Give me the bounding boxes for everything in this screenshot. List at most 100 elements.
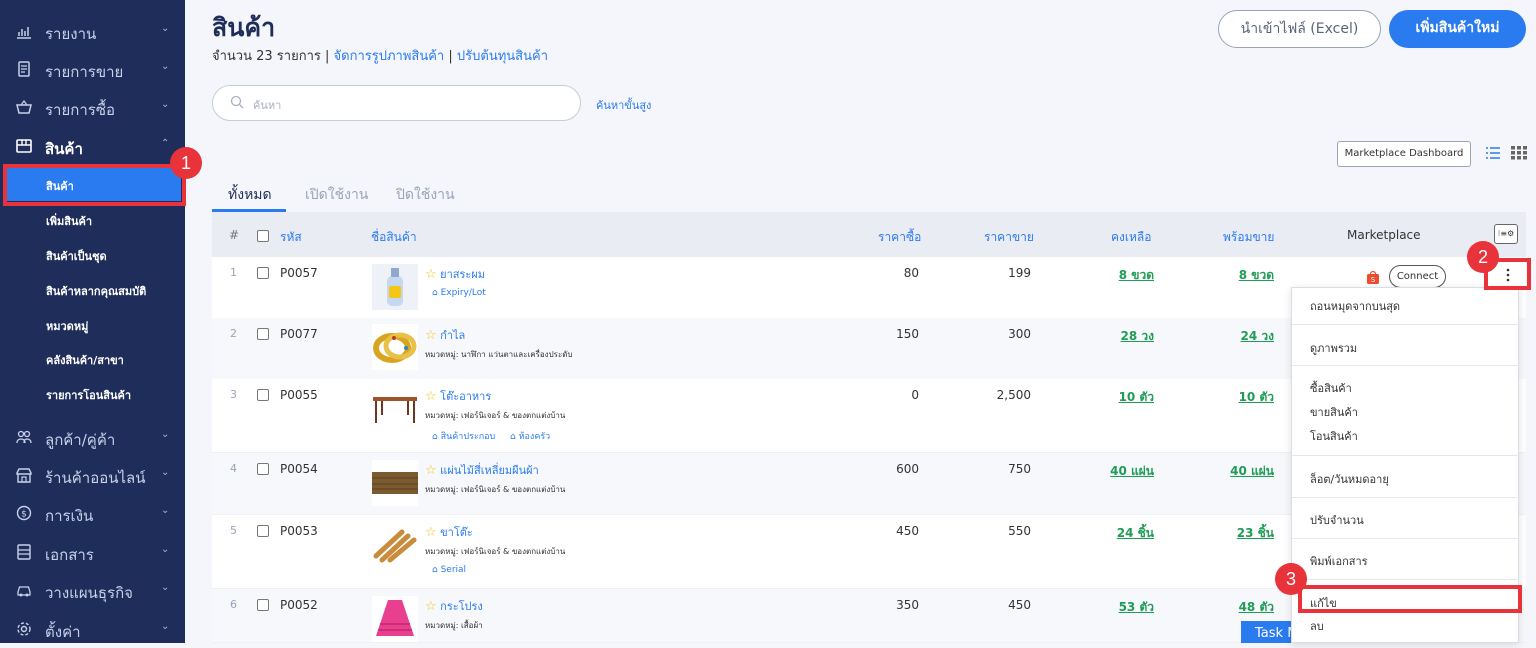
menu-item-lot-expiry[interactable]: ล็อต/วันหมดอายุ: [1310, 470, 1389, 488]
product-name: กระโปรง: [440, 600, 483, 613]
ready-stock-link[interactable]: 40 แผ่น: [1210, 462, 1274, 481]
remaining-stock-link[interactable]: 24 ชิ้น: [1090, 524, 1154, 543]
row-number: 2: [230, 327, 237, 340]
sidebar-item-purchases[interactable]: รายการซื้อ ⌄: [0, 88, 185, 126]
sidebar-subitem-bundles[interactable]: สินค้าเป็นชุด: [46, 247, 107, 265]
sidebar-item-contacts[interactable]: ลูกค้า/คู่ค้า ⌄: [0, 418, 185, 456]
adjust-cost-link[interactable]: ปรับต้นทุนสินค้า: [457, 49, 548, 64]
remaining-stock-link[interactable]: 28 วง: [1090, 327, 1154, 346]
connect-button[interactable]: Connect: [1389, 265, 1446, 288]
import-excel-button[interactable]: นำเข้าไฟล์ (Excel): [1218, 10, 1381, 48]
search-input[interactable]: ค้นหา: [212, 85, 581, 121]
chevron-down-icon: ⌄: [161, 544, 170, 555]
header-remaining[interactable]: คงเหลือ: [1111, 228, 1151, 247]
header-buy-price[interactable]: ราคาซื้อ: [878, 228, 921, 247]
row-checkbox[interactable]: [257, 463, 269, 475]
product-tag[interactable]: ⌂ Serial: [432, 565, 466, 575]
sidebar: รายงาน ⌄ รายการขาย ⌄ รายการซื้อ ⌄ สินค้า…: [0, 0, 185, 643]
sidebar-item-finance[interactable]: $ การเงิน ⌄: [0, 494, 185, 532]
ready-stock-link[interactable]: 24 วง: [1210, 327, 1274, 346]
star-icon[interactable]: ☆: [425, 328, 437, 343]
product-name-link[interactable]: ☆ ยาสระผม: [425, 265, 485, 283]
menu-item-print[interactable]: พิมพ์เอกสาร: [1310, 552, 1368, 570]
header-name[interactable]: ชื่อสินค้า: [371, 228, 417, 247]
product-thumbnail[interactable]: [372, 385, 418, 431]
sidebar-item-sales[interactable]: รายการขาย ⌄: [0, 50, 185, 88]
row-checkbox[interactable]: [257, 525, 269, 537]
sidebar-subitem-add-product[interactable]: เพิ่มสินค้า: [46, 212, 92, 230]
remaining-stock-link[interactable]: 10 ตัว: [1090, 388, 1154, 407]
row-checkbox[interactable]: [257, 267, 269, 279]
product-name-link[interactable]: ☆ กำไล: [425, 326, 465, 344]
tab-active[interactable]: เปิดใช้งาน: [305, 184, 368, 206]
product-thumbnail[interactable]: [372, 460, 418, 506]
menu-item-adjust-qty[interactable]: ปรับจำนวน: [1310, 511, 1364, 529]
header-ready[interactable]: พร้อมขาย: [1223, 228, 1274, 247]
menu-item-sell[interactable]: ขายสินค้า: [1310, 403, 1358, 421]
remaining-stock-link[interactable]: 53 ตัว: [1090, 598, 1154, 617]
menu-item-transfer[interactable]: โอนสินค้า: [1310, 427, 1358, 445]
sidebar-item-products[interactable]: สินค้า ⌃: [0, 127, 185, 165]
sidebar-item-label: ร้านค้าออนไลน์: [45, 469, 146, 487]
task-manager-button[interactable]: Task M: [1241, 621, 1291, 643]
sidebar-subitem-warehouses[interactable]: คลังสินค้า/สาขา: [46, 351, 124, 369]
product-name-link[interactable]: ☆ ขาโต๊ะ: [425, 523, 473, 541]
product-count: จำนวน 23 รายการ | จัดการรูปภาพสินค้า | ป…: [212, 45, 548, 66]
tab-inactive[interactable]: ปิดใช้งาน: [396, 184, 455, 206]
product-name-link[interactable]: ☆ แผ่นไม้สี่เหลี่ยมผืนผ้า: [425, 461, 539, 479]
product-tag[interactable]: ⌂ สินค้าประกอบ: [432, 429, 495, 443]
remaining-stock-link[interactable]: 8 ขวด: [1090, 266, 1154, 285]
ready-stock-link[interactable]: 10 ตัว: [1210, 388, 1274, 407]
product-thumbnail[interactable]: [372, 264, 418, 310]
ready-stock-link[interactable]: 8 ขวด: [1210, 266, 1274, 285]
sidebar-subitem-transfers[interactable]: รายการโอนสินค้า: [46, 386, 131, 404]
menu-divider: [1292, 455, 1520, 456]
ready-stock-link[interactable]: 23 ชิ้น: [1210, 524, 1274, 543]
row-checkbox[interactable]: [257, 389, 269, 401]
sidebar-item-reports[interactable]: รายงาน ⌄: [0, 12, 185, 50]
ready-stock-link[interactable]: 48 ตัว: [1210, 598, 1274, 617]
menu-item-delete[interactable]: ลบ: [1310, 617, 1324, 635]
product-thumbnail[interactable]: [372, 522, 418, 568]
menu-item-buy[interactable]: ซื้อสินค้า: [1310, 379, 1352, 397]
product-thumbnail[interactable]: [372, 324, 418, 370]
advanced-search-link[interactable]: ค้นหาขั้นสูง: [596, 96, 651, 114]
sidebar-item-settings[interactable]: ตั้งค่า ⌄: [0, 610, 185, 648]
marketplace-dashboard-button[interactable]: Marketplace Dashboard: [1337, 141, 1471, 167]
star-icon[interactable]: ☆: [425, 599, 437, 614]
row-checkbox[interactable]: [257, 599, 269, 611]
sidebar-item-label: สินค้า: [45, 140, 83, 158]
star-icon[interactable]: ☆: [425, 267, 437, 282]
column-settings-button[interactable]: ⁝≡⚙: [1494, 224, 1518, 244]
star-icon[interactable]: ☆: [425, 525, 437, 540]
manage-images-link[interactable]: จัดการรูปภาพสินค้า: [334, 49, 445, 64]
shopee-icon: S: [1367, 270, 1379, 284]
sidebar-item-planning[interactable]: วางแผนธุรกิจ ⌄: [0, 571, 185, 609]
add-product-button[interactable]: เพิ่มสินค้าใหม่: [1389, 10, 1526, 48]
row-number: 3: [230, 388, 237, 401]
row-checkbox[interactable]: [257, 328, 269, 340]
sidebar-item-documents[interactable]: เอกสาร ⌄: [0, 533, 185, 571]
header-sell-price[interactable]: ราคาขาย: [984, 228, 1034, 247]
sidebar-item-online-store[interactable]: ร้านค้าออนไลน์ ⌄: [0, 456, 185, 494]
menu-divider: [1292, 365, 1520, 366]
product-name-link[interactable]: ☆ กระโปรง: [425, 597, 483, 615]
menu-item-unpin[interactable]: ถอนหมุดจากบนสุด: [1310, 297, 1400, 315]
product-name-link[interactable]: ☆ โต๊ะอาหาร: [425, 387, 491, 405]
grid-view-icon[interactable]: [1511, 146, 1527, 160]
product-thumbnail[interactable]: [372, 596, 418, 642]
star-icon[interactable]: ☆: [425, 463, 437, 478]
tag-icon: ⌂: [432, 432, 438, 442]
select-all-checkbox[interactable]: [257, 230, 269, 242]
product-name: กำไล: [440, 329, 466, 342]
list-view-icon[interactable]: [1485, 146, 1501, 160]
tab-all[interactable]: ทั้งหมด: [228, 184, 272, 206]
sidebar-subitem-variants[interactable]: สินค้าหลากคุณสมบัติ: [46, 282, 146, 300]
star-icon[interactable]: ☆: [425, 389, 437, 404]
header-code[interactable]: รหัส: [280, 228, 302, 247]
remaining-stock-link[interactable]: 40 แผ่น: [1090, 462, 1154, 481]
product-tag[interactable]: ⌂ Expiry/Lot: [432, 288, 486, 298]
sidebar-subitem-categories[interactable]: หมวดหมู่: [46, 317, 88, 335]
product-tag[interactable]: ⌂ ห้องครัว: [510, 429, 550, 443]
menu-item-overview[interactable]: ดูภาพรวม: [1310, 339, 1357, 357]
